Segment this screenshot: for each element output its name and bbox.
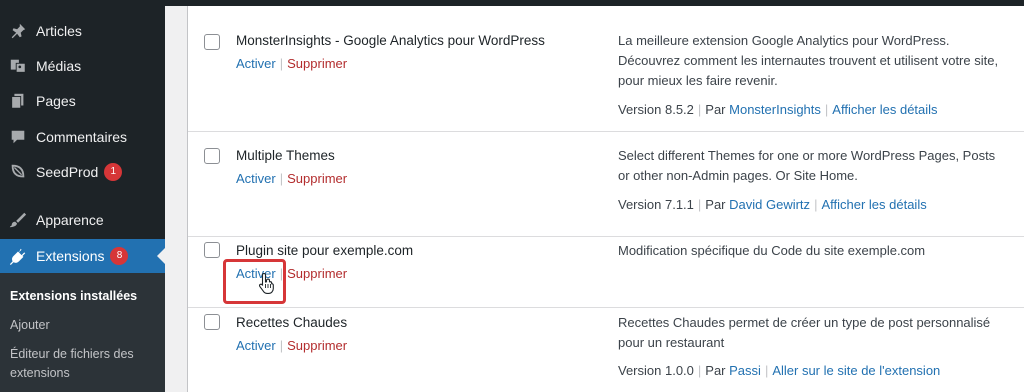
plugin-checkbox[interactable] — [204, 148, 220, 164]
plugin-meta: Version 1.0.0 | Par Passi | Aller sur le sit… — [618, 363, 941, 378]
author-link[interactable]: MonsterInsights — [729, 102, 821, 117]
plugin-name: MonsterInsights - Google Analytics pour … — [236, 33, 545, 48]
activate-link[interactable]: Activer — [236, 171, 276, 186]
pushpin-icon — [0, 22, 36, 40]
plugin-row: Recettes Chaudes Activer | Supprimer Recet… — [188, 309, 1024, 392]
sidebar-item-apparence[interactable]: Apparence — [0, 203, 165, 237]
plugin-version: Version 7.1.1 — [618, 197, 694, 212]
delete-link[interactable]: Supprimer — [287, 266, 347, 281]
sidebar-item-label: SeedProd — [36, 164, 99, 180]
activate-link[interactable]: Activer — [236, 56, 276, 71]
plugin-description: Select different Themes for one or more … — [618, 148, 996, 183]
admin-sidebar: Articles Médias Pages Commentaires SeedP… — [0, 0, 165, 392]
plugin-row: Plugin site pour exemple.com Activer | Sup… — [188, 238, 1024, 308]
sidebar-item-label: Médias — [36, 58, 82, 74]
activate-link[interactable]: Activer — [236, 338, 276, 353]
separator: | — [279, 56, 284, 71]
plugin-description: La meilleure extension Google Analytics … — [618, 33, 999, 88]
sidebar-item-label: Apparence — [36, 212, 104, 228]
sidebar-item-commentaires[interactable]: Commentaires — [0, 120, 165, 154]
plugin-icon — [0, 247, 36, 265]
submenu-item-add[interactable]: Ajouter — [10, 316, 155, 335]
activate-highlight-box — [223, 259, 286, 304]
separator: | — [279, 338, 284, 353]
row-actions: Activer | Supprimer — [236, 171, 347, 186]
plugin-row: Multiple Themes Activer | Supprimer Select… — [188, 133, 1024, 237]
hand-cursor-icon — [258, 272, 276, 297]
plugin-checkbox[interactable] — [204, 242, 220, 258]
media-icon — [0, 57, 36, 75]
sidebar-item-seedprod[interactable]: SeedProd 1 — [0, 155, 165, 189]
submenu-item-file-editor[interactable]: Éditeur de fichiers des extensions — [10, 345, 155, 383]
by-label: Par — [705, 363, 726, 378]
plugin-version: Version 1.0.0 — [618, 363, 694, 378]
details-link[interactable]: Afficher les détails — [832, 102, 937, 117]
sidebar-item-medias[interactable]: Médias — [0, 49, 165, 83]
extensions-submenu: Extensions installées Ajouter Éditeur de… — [0, 273, 165, 392]
by-label: Par — [705, 102, 726, 117]
by-label: Par — [705, 197, 726, 212]
sidebar-item-articles[interactable]: Articles — [0, 14, 165, 48]
row-actions: Activer | Supprimer — [236, 338, 347, 353]
plugin-meta: Version 7.1.1 | Par David Gewirtz | Afficher… — [618, 197, 927, 212]
delete-link[interactable]: Supprimer — [287, 338, 347, 353]
delete-link[interactable]: Supprimer — [287, 56, 347, 71]
pages-icon — [0, 92, 36, 110]
details-link[interactable]: Afficher les détails — [821, 197, 926, 212]
extensions-count-badge: 8 — [110, 247, 129, 265]
brush-icon — [0, 211, 36, 229]
plugin-meta: Version 8.5.2 | Par MonsterInsights | Affich… — [618, 102, 938, 117]
sidebar-item-label: Articles — [36, 23, 82, 39]
plugin-checkbox[interactable] — [204, 314, 220, 330]
plugin-row: MonsterInsights - Google Analytics pour … — [188, 6, 1024, 132]
plugin-description: Modification spécifique du Code du site … — [618, 243, 926, 258]
sidebar-item-label: Extensions — [36, 248, 105, 264]
seedprod-icon — [0, 163, 36, 181]
plugin-site-link[interactable]: Aller sur le site de l'extension — [772, 363, 940, 378]
plugin-name: Multiple Themes — [236, 148, 335, 163]
main-content: MonsterInsights - Google Analytics pour … — [165, 6, 1024, 392]
row-actions: Activer | Supprimer — [236, 56, 347, 71]
plugin-name: Recettes Chaudes — [236, 315, 348, 330]
author-link[interactable]: Passi — [729, 363, 761, 378]
comment-icon — [0, 128, 36, 146]
separator: | — [279, 171, 284, 186]
sidebar-item-label: Pages — [36, 93, 76, 109]
plugin-name: Plugin site pour exemple.com — [236, 243, 414, 258]
sidebar-item-pages[interactable]: Pages — [0, 84, 165, 118]
plugin-description: Recettes Chaudes permet de créer un type… — [618, 315, 991, 350]
submenu-item-installed[interactable]: Extensions installées — [10, 287, 155, 306]
plugins-table: MonsterInsights - Google Analytics pour … — [187, 6, 1024, 392]
sidebar-item-label: Commentaires — [36, 129, 128, 145]
plugin-checkbox[interactable] — [204, 34, 220, 50]
author-link[interactable]: David Gewirtz — [729, 197, 810, 212]
delete-link[interactable]: Supprimer — [287, 171, 347, 186]
sidebar-item-extensions[interactable]: Extensions 8 — [0, 239, 165, 273]
seedprod-count-badge: 1 — [104, 163, 123, 181]
plugin-version: Version 8.5.2 — [618, 102, 694, 117]
